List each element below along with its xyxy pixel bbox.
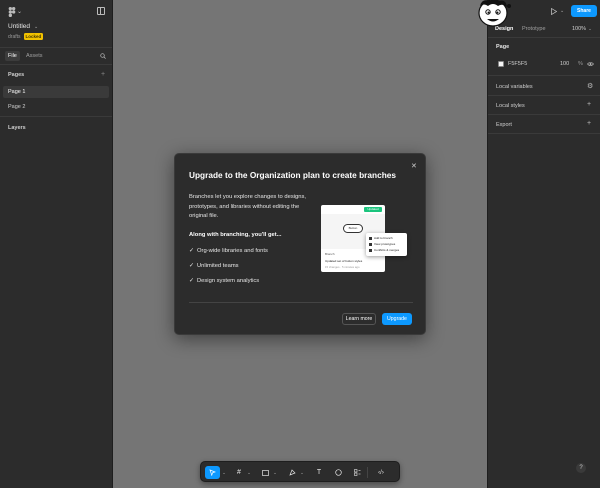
tab-file[interactable]: File [5, 51, 20, 61]
plan-badge[interactable]: Locked [23, 33, 44, 40]
pages-header: Pages [8, 72, 25, 78]
move-tool-icon[interactable] [205, 466, 220, 479]
divider [488, 75, 600, 76]
zoom-dropdown[interactable]: 100% ⌄ [572, 26, 592, 32]
sidebar-toggle-icon[interactable] [97, 7, 105, 15]
check-icon: ✓ [189, 263, 194, 269]
page-item[interactable]: Page 1 [3, 86, 109, 98]
check-icon: ✓ [189, 278, 194, 284]
eye-icon[interactable] [587, 61, 594, 67]
variables-settings-icon[interactable]: ⚙ [587, 82, 593, 90]
comment-tool-icon[interactable] [332, 466, 344, 479]
right-sidebar: ⌄ Share Design Prototype 100% ⌄ Page F5F5… [487, 0, 600, 488]
modal-title: Upgrade to the Organization plan to crea… [189, 170, 396, 180]
present-play-icon[interactable] [551, 8, 557, 15]
help-button[interactable]: ? [576, 463, 586, 473]
page-item[interactable]: Page 2 [3, 101, 109, 113]
feature-item: ✓ Unlimited teams [189, 263, 239, 269]
feature-label: Design system analytics [197, 278, 260, 284]
page-opacity-value[interactable]: 100 [560, 61, 569, 67]
upgrade-modal: Upgrade to the Organization plan to crea… [174, 153, 426, 335]
bottom-toolbar: ⌄ # ⌄ ⌄ ⌄ T ‹/› [200, 461, 400, 482]
chevron-down-icon[interactable]: ⌄ [246, 466, 252, 479]
left-sidebar: ⌄ Untitled ⌄ drafts Locked File Assets Pag… [0, 0, 113, 488]
page-color-swatch[interactable] [498, 61, 504, 67]
popup-row: Add to branch [369, 236, 393, 240]
share-button[interactable]: Share [571, 5, 597, 17]
main-menu-chevron-icon[interactable]: ⌄ [17, 8, 22, 15]
feature-label: Unlimited teams [197, 263, 239, 269]
chevron-down-icon: ⌄ [588, 26, 592, 31]
left-tabs: File Assets [0, 50, 112, 63]
chevron-down-icon[interactable]: ⌄ [221, 466, 227, 479]
close-icon[interactable]: ✕ [411, 162, 417, 170]
frame-tool-icon[interactable]: # [233, 466, 245, 479]
divider [488, 133, 600, 134]
modal-divider [189, 302, 413, 303]
add-style-icon[interactable]: + [587, 101, 591, 108]
figma-logo-icon[interactable] [8, 7, 16, 17]
modal-subheading: Along with branching, you'll get... [189, 232, 282, 238]
add-page-icon[interactable]: + [101, 71, 105, 78]
zoom-value: 100% [572, 26, 587, 32]
file-title[interactable]: Untitled ⌄ [8, 23, 38, 30]
divider [488, 37, 600, 38]
illustration-meta: Branch [325, 252, 335, 256]
divider [0, 64, 112, 65]
divider [0, 116, 112, 117]
pen-tool-icon[interactable] [286, 466, 298, 479]
branching-illustration: Updated Button Branch Updated set of but… [320, 203, 412, 275]
illustration-button: Button [343, 224, 363, 233]
export-header[interactable]: Export [496, 122, 512, 128]
page-color-value[interactable]: F5F5F5 [508, 61, 527, 67]
feature-label: Org-wide libraries and fonts [197, 248, 268, 254]
tab-prototype[interactable]: Prototype [522, 26, 546, 32]
modal-description: Branches let you explore changes to desi… [189, 194, 306, 219]
text-tool-icon[interactable]: T [313, 466, 325, 479]
illustration-popup: Add to branch View prototypes Conflicts … [366, 233, 407, 256]
feature-item: ✓ Design system analytics [189, 278, 259, 284]
actions-tool-icon[interactable] [351, 466, 363, 479]
chevron-down-icon: ⌄ [34, 24, 39, 30]
local-variables-header[interactable]: Local variables [496, 84, 533, 90]
chevron-down-icon[interactable]: ⌄ [560, 8, 564, 14]
popup-row: View prototypes [369, 242, 395, 246]
learn-more-button[interactable]: Learn more [342, 313, 376, 325]
team-name: drafts [8, 34, 21, 40]
file-title-text: Untitled [8, 23, 31, 30]
layers-header: Layers [8, 125, 26, 131]
team-info: drafts Locked [8, 33, 44, 40]
divider [488, 95, 600, 96]
page-opacity-unit: % [578, 61, 583, 67]
file-header: ⌄ Untitled ⌄ drafts Locked [0, 0, 112, 48]
page-section-header: Page [496, 44, 510, 50]
divider [488, 114, 600, 115]
chevron-down-icon[interactable]: ⌄ [272, 466, 278, 479]
search-icon[interactable] [100, 53, 106, 59]
toolbar-divider [367, 467, 368, 478]
illustration-tag: Updated [364, 207, 382, 212]
check-icon: ✓ [189, 248, 194, 254]
rectangle-tool-icon[interactable] [259, 466, 271, 479]
illustration-meta: Updated set of button styles [325, 259, 363, 263]
tab-assets[interactable]: Assets [26, 53, 43, 59]
popup-row: Conflicts & merges [369, 248, 399, 252]
illustration-meta: 15 changes · 5 minutes ago [325, 265, 360, 269]
chevron-down-icon[interactable]: ⌄ [299, 466, 305, 479]
upgrade-button[interactable]: Upgrade [382, 313, 412, 325]
user-avatar[interactable] [472, 0, 514, 28]
local-styles-header[interactable]: Local styles [496, 103, 525, 109]
add-export-icon[interactable]: + [587, 120, 591, 127]
dev-mode-icon[interactable]: ‹/› [374, 466, 388, 479]
feature-item: ✓ Org-wide libraries and fonts [189, 248, 268, 254]
